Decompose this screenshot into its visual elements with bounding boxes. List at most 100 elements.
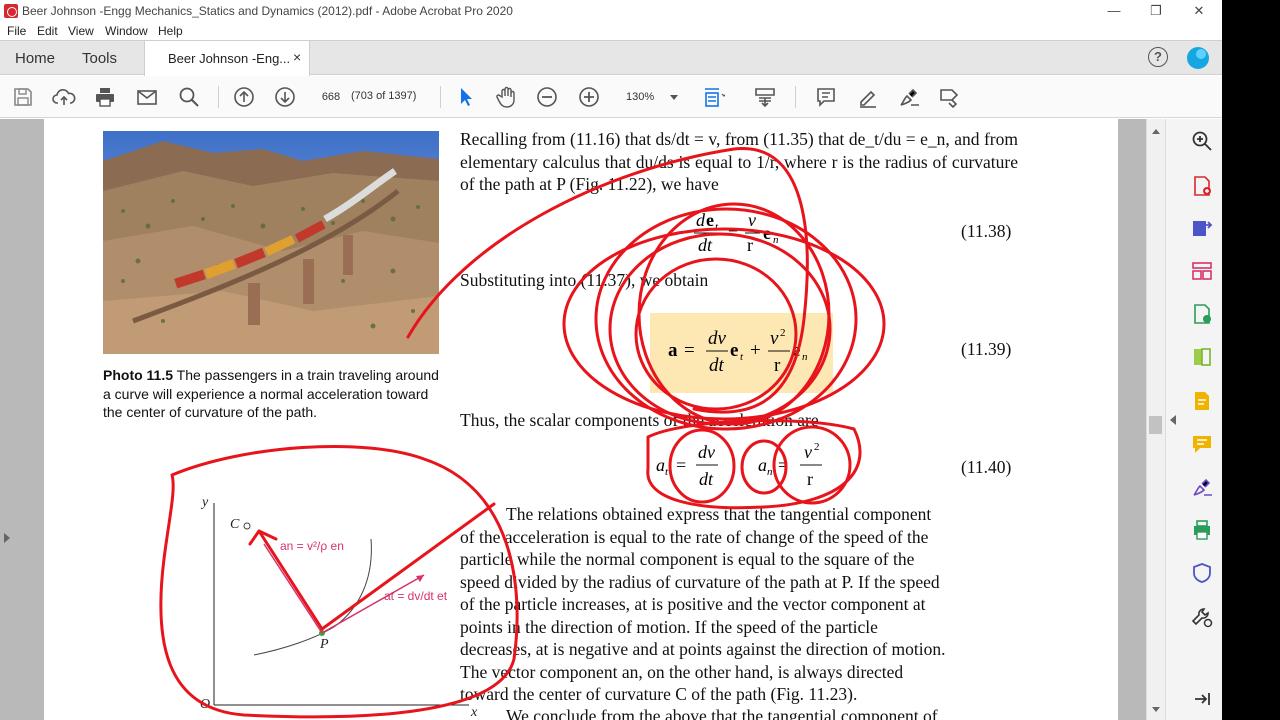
comment-icon[interactable] — [814, 85, 838, 109]
upload-icon[interactable] — [52, 85, 76, 109]
maximize-button[interactable]: ❐ — [1138, 1, 1174, 21]
tab-tools[interactable]: Tools — [82, 50, 117, 67]
close-window-button[interactable]: ✕ — [1181, 1, 1217, 21]
svg-text:e: e — [730, 340, 738, 361]
paragraph-line: toward the center of curvature C of the … — [460, 684, 858, 704]
paragraph-recalling: Recalling from (11.16) that ds/dt = v, f… — [460, 129, 1018, 194]
protect-icon[interactable] — [1190, 561, 1214, 585]
create-pdf-icon[interactable] — [1190, 174, 1214, 198]
svg-text:r: r — [774, 355, 781, 376]
tab-home[interactable]: Home — [15, 50, 55, 67]
equation-11-40: a t = dv dt a n = v 2 r — [654, 437, 854, 496]
more-tools-icon[interactable] — [1190, 605, 1214, 629]
svg-text:a: a — [758, 455, 767, 475]
zoom-in-icon[interactable] — [577, 85, 601, 109]
organize-pages-icon[interactable] — [1190, 259, 1214, 283]
menu-edit[interactable]: Edit — [37, 24, 58, 38]
svg-text:+: + — [750, 340, 761, 361]
tab-close-button[interactable]: × — [293, 49, 301, 65]
menu-file[interactable]: File — [7, 24, 26, 38]
comment-icon[interactable] — [1190, 432, 1214, 456]
paragraph-line: The relations obtained express that the … — [506, 504, 932, 524]
export-pdf-icon[interactable] — [1190, 216, 1214, 240]
menu-help[interactable]: Help — [158, 24, 183, 38]
svg-text:=: = — [684, 340, 695, 361]
previous-page-icon[interactable] — [232, 85, 256, 109]
hand-tool-icon[interactable] — [494, 85, 518, 109]
tab-document[interactable]: Beer Johnson -Eng... × — [144, 41, 310, 76]
tangential-acceleration-label: at = dv/dt et — [384, 589, 448, 603]
fit-page-icon[interactable] — [701, 85, 725, 109]
svg-text:dt: dt — [709, 355, 725, 376]
paragraph-line: The vector component an, on the other ha… — [460, 661, 904, 682]
axis-y-label: y — [202, 495, 209, 510]
svg-text:r: r — [747, 235, 753, 255]
screen-edge — [1222, 0, 1280, 720]
vertical-scrollbar[interactable] — [1146, 119, 1165, 720]
scrollbar-thumb[interactable] — [1149, 416, 1162, 434]
axis-x-label: x — [471, 705, 478, 720]
svg-text:d: d — [696, 210, 706, 230]
search-icon[interactable] — [177, 85, 201, 109]
equation-11-39: a = dv dt e t + v 2 r e n — [666, 325, 826, 386]
equation-11-38: d e t dt = v r e n — [692, 209, 792, 260]
create-pdf-alt-icon[interactable] — [1190, 389, 1214, 413]
normal-acceleration-label: an = v²/ρ en — [280, 539, 344, 553]
page-number-input[interactable]: 668 — [316, 87, 346, 107]
paragraph-line: particle while the normal component is e… — [460, 549, 915, 569]
paragraph-scalar-components: Thus, the scalar components of the accel… — [460, 410, 819, 430]
scroll-mode-icon[interactable] — [753, 85, 777, 109]
zoom-level-select[interactable]: 130% — [618, 87, 684, 107]
paragraph-substituting: Substituting into (11.37), we obtain — [460, 270, 709, 290]
svg-text:a: a — [668, 340, 678, 361]
sign-icon[interactable] — [897, 85, 921, 109]
tools-pane-toggle-icon[interactable] — [1170, 415, 1176, 425]
svg-text:e: e — [763, 223, 771, 243]
minimize-button[interactable]: — — [1096, 1, 1132, 21]
tools-pane — [1165, 119, 1222, 720]
print-icon[interactable] — [93, 85, 117, 109]
equation-number-11-40: (11.40) — [961, 457, 1012, 477]
figure-11-23: y x O C P an = v²/ρ en at = dv/dt et — [184, 489, 484, 720]
left-panel-toggle-icon[interactable] — [4, 533, 10, 543]
paragraph-line: decreases, at is negative and at points … — [460, 639, 946, 659]
save-icon[interactable] — [11, 85, 35, 109]
svg-text:dv: dv — [708, 328, 727, 349]
scroll-up-icon[interactable] — [1152, 129, 1160, 134]
svg-text:dt: dt — [698, 235, 713, 255]
fill-sign-icon[interactable] — [1190, 475, 1214, 499]
zoom-icon[interactable] — [1190, 129, 1214, 153]
next-page-icon[interactable] — [273, 85, 297, 109]
svg-text:v: v — [770, 328, 779, 349]
print-production-icon[interactable] — [1190, 518, 1214, 542]
svg-text:n: n — [767, 466, 773, 478]
svg-text:n: n — [773, 234, 779, 246]
paragraph-line: of the acceleration is equal to the rate… — [460, 526, 929, 547]
scroll-down-icon[interactable] — [1152, 707, 1160, 712]
svg-text:=: = — [778, 455, 788, 475]
combine-files-icon[interactable] — [1190, 345, 1214, 369]
expand-icon[interactable] — [1190, 687, 1214, 711]
help-icon[interactable]: ? — [1148, 47, 1168, 67]
acrobat-app-icon — [4, 4, 18, 18]
zoom-level-value: 130% — [626, 91, 655, 103]
window-title: Beer Johnson -Engg Mechanics_Statics and… — [22, 4, 513, 18]
toolbar: 668 (703 of 1397) 130% — [0, 76, 1222, 118]
redact-icon[interactable] — [938, 85, 962, 109]
account-icon[interactable] — [1187, 47, 1209, 69]
page-count: (703 of 1397) — [351, 90, 417, 102]
svg-text:dt: dt — [699, 469, 714, 489]
svg-text:dv: dv — [698, 442, 715, 462]
svg-text:2: 2 — [780, 327, 786, 339]
tab-bar: Home Tools Beer Johnson -Eng... × — [0, 40, 1222, 76]
zoom-out-icon[interactable] — [535, 85, 559, 109]
toolbar-separator — [440, 86, 441, 108]
select-cursor-icon[interactable] — [454, 85, 478, 109]
highlight-pen-icon[interactable] — [856, 85, 880, 109]
menu-view[interactable]: View — [68, 24, 94, 38]
edit-pdf-icon[interactable] — [1190, 302, 1214, 326]
svg-text:t: t — [740, 351, 744, 363]
email-icon[interactable] — [135, 85, 159, 109]
photo-caption: Photo 11.5 The passengers in a train tra… — [103, 366, 443, 422]
menu-window[interactable]: Window — [105, 24, 148, 38]
